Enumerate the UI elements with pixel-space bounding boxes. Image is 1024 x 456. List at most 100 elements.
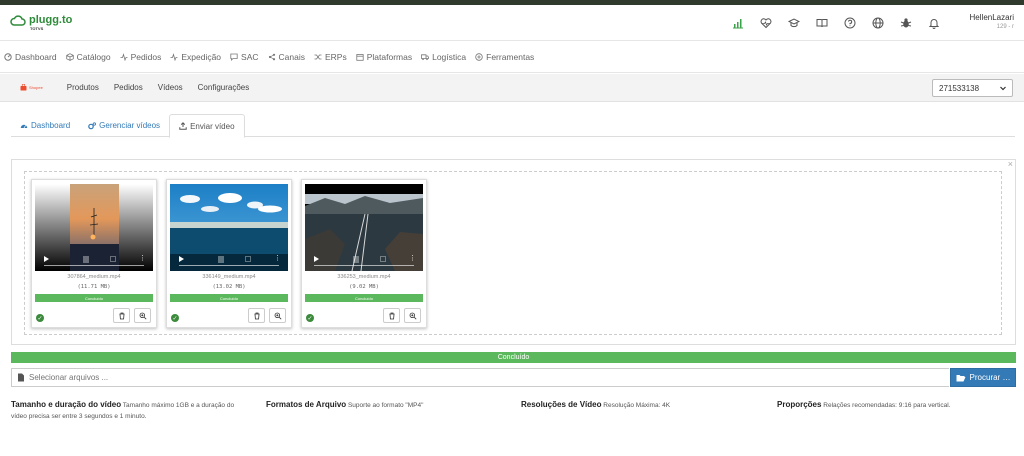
subnav-pedidos[interactable]: Pedidos <box>114 83 143 92</box>
fullscreen-icon[interactable] <box>110 256 116 262</box>
calendar-icon <box>356 53 364 61</box>
shopee-logo[interactable]: Shopee <box>20 84 43 91</box>
chart-icon[interactable] <box>730 15 746 31</box>
dashboard-icon <box>4 52 12 61</box>
video-player[interactable]: ⋮ <box>170 184 288 271</box>
nav-ferramentas[interactable]: Ferramentas <box>475 52 534 62</box>
video-seekbar[interactable] <box>179 265 279 266</box>
user-name: HellenLazari <box>969 13 1014 22</box>
volume-icon[interactable] <box>83 256 89 263</box>
video-card: ⋮ 336149_medium.mp4 (13.02 MB) Concluído… <box>166 179 292 328</box>
nav-label: ERPs <box>325 51 347 62</box>
nav-logistica[interactable]: Logística <box>421 52 466 62</box>
delete-button[interactable] <box>383 308 400 323</box>
logo[interactable]: plugg.to TOTVS <box>10 14 72 31</box>
bug-icon[interactable] <box>898 15 914 31</box>
tab-label: Gerenciar vídeos <box>99 121 161 130</box>
nav-label: Expedição <box>181 51 222 62</box>
shopee-brand: Shopee <box>29 85 43 90</box>
zoom-button[interactable] <box>269 308 286 323</box>
nav-canais[interactable]: Canais <box>268 52 305 62</box>
video-filesize: (13.02 MB) <box>212 284 246 290</box>
tab-enviar-video[interactable]: Enviar vídeo <box>169 114 245 138</box>
check-circle-icon: ✓ <box>306 314 314 322</box>
video-filesize: (11.71 MB) <box>77 284 111 290</box>
delete-button[interactable] <box>248 308 265 323</box>
nav-label: Catálogo <box>76 51 111 62</box>
tab-gerenciar-videos[interactable]: Gerenciar vídeos <box>79 114 169 137</box>
nav-catalogo[interactable]: Catálogo <box>65 51 111 62</box>
video-controls: ⋮ <box>305 255 423 265</box>
help-icon[interactable] <box>842 15 858 31</box>
video-controls: ⋮ <box>170 255 288 265</box>
info-title: Resoluções de Vídeo <box>521 400 602 409</box>
video-filename: 336253_medium.mp4 <box>337 274 391 280</box>
video-upload-status: Concluído <box>305 294 423 302</box>
user-menu[interactable]: HellenLazari 129 - r <box>970 13 1014 30</box>
more-icon[interactable]: ⋮ <box>409 255 416 263</box>
fullscreen-icon[interactable] <box>245 256 251 262</box>
zoom-button[interactable] <box>404 308 421 323</box>
check-circle-icon: ✓ <box>171 314 179 322</box>
header-icons <box>730 15 942 31</box>
trash-icon <box>254 312 259 319</box>
shopee-subnav: Shopee Produtos Pedidos Vídeos Configura… <box>0 74 1024 102</box>
delete-button[interactable] <box>113 308 130 323</box>
video-player[interactable]: ⋮ <box>305 184 423 271</box>
main-nav: Dashboard Catálogo Pedidos Expedição SAC… <box>0 41 1024 73</box>
file-input-field[interactable] <box>29 373 929 382</box>
store-select[interactable]: 271533138 <box>932 79 1013 97</box>
activity-icon <box>120 52 128 61</box>
video-player[interactable]: ⋮ <box>35 184 153 271</box>
nav-expedicao[interactable]: Expedição <box>170 52 221 62</box>
bell-icon[interactable] <box>926 15 942 31</box>
zoom-button[interactable] <box>134 308 151 323</box>
heartbeat-icon[interactable] <box>758 15 774 31</box>
logo-sub: TOTVS <box>30 26 44 31</box>
nav-label: Dashboard <box>15 51 57 62</box>
nav-plataformas[interactable]: Plataformas <box>356 52 412 62</box>
browse-button[interactable]: Procurar … <box>950 368 1016 387</box>
tab-dashboard[interactable]: Dashboard <box>11 114 79 137</box>
info-formats: Formatos de Arquivo Suporte ao formato "… <box>266 399 501 411</box>
info-title: Tamanho e duração do vídeo <box>11 400 122 409</box>
check-circle-icon: ✓ <box>36 314 44 322</box>
book-icon[interactable] <box>814 15 830 31</box>
subnav-produtos[interactable]: Produtos <box>67 83 99 92</box>
subnav-videos[interactable]: Vídeos <box>158 83 183 92</box>
globe-icon[interactable] <box>870 15 886 31</box>
more-icon[interactable]: ⋮ <box>274 255 281 263</box>
fullscreen-icon[interactable] <box>380 256 386 262</box>
play-icon[interactable] <box>179 256 184 262</box>
video-filesize: (9.02 MB) <box>349 284 379 290</box>
info-title: Proporções <box>777 400 822 409</box>
video-seekbar[interactable] <box>44 265 144 266</box>
nav-dashboard[interactable]: Dashboard <box>4 52 57 62</box>
play-icon[interactable] <box>44 256 49 262</box>
upload-panel: × ⋮ 307864_medium.mp4 (11.71 MB) Concluí… <box>11 159 1016 345</box>
nav-erps[interactable]: ERPs <box>314 52 347 62</box>
info-text: Relações recomendadas: 9:16 para vertica… <box>823 402 951 409</box>
nav-label: Logística <box>432 51 467 62</box>
volume-icon[interactable] <box>353 256 359 263</box>
close-icon[interactable]: × <box>1008 159 1013 169</box>
dropzone[interactable]: ⋮ 307864_medium.mp4 (11.71 MB) Concluído… <box>24 171 1002 335</box>
cube-icon <box>65 52 74 61</box>
nav-label: Ferramentas <box>486 51 535 62</box>
truck-icon <box>421 53 429 60</box>
app-header: plugg.to TOTVS HellenLazari 129 - r <box>0 5 1024 41</box>
nav-pedidos[interactable]: Pedidos <box>120 52 161 62</box>
info-text: Resolução Máxima: 4K <box>603 402 671 409</box>
more-icon[interactable]: ⋮ <box>139 255 146 263</box>
graduation-cap-icon[interactable] <box>786 15 802 31</box>
cloud-icon <box>10 14 26 26</box>
volume-icon[interactable] <box>218 256 224 263</box>
store-select-value: 271533138 <box>939 83 980 93</box>
file-input[interactable] <box>11 368 949 387</box>
nav-sac[interactable]: SAC <box>230 52 259 62</box>
zoom-in-icon <box>274 312 281 319</box>
play-icon[interactable] <box>314 256 319 262</box>
subnav-configuracoes[interactable]: Configurações <box>198 83 250 92</box>
info-title: Formatos de Arquivo <box>266 400 347 409</box>
video-seekbar[interactable] <box>314 265 414 266</box>
